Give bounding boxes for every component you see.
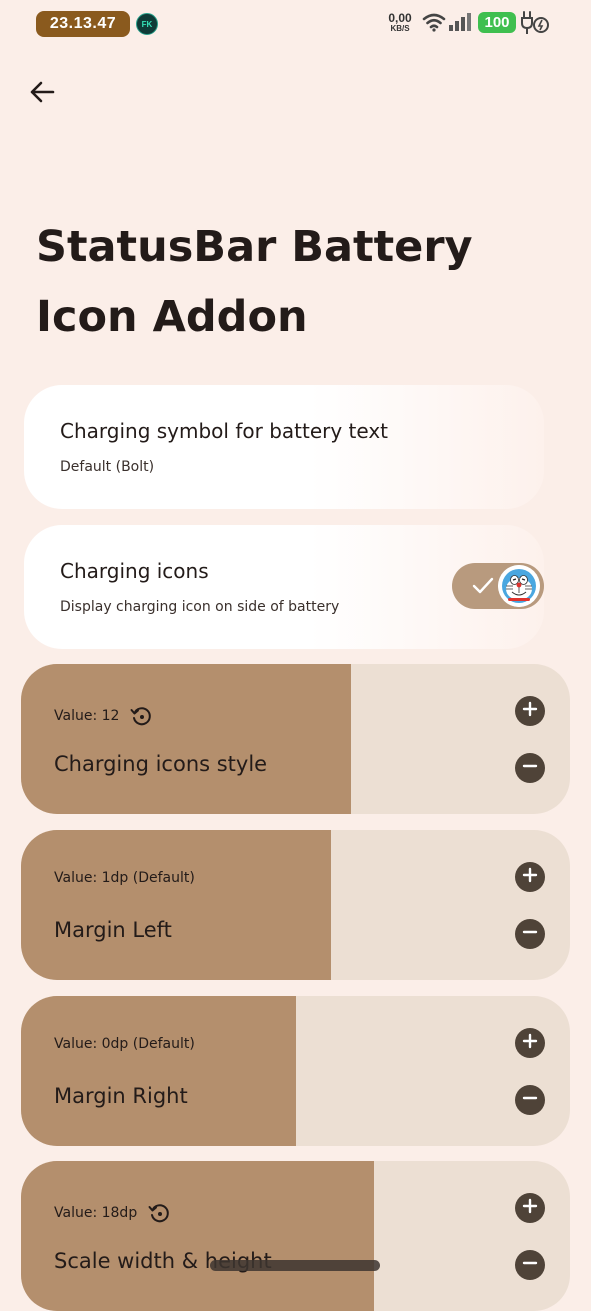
stepper-value: Value: 12 xyxy=(54,704,153,728)
fk-app-icon: FK xyxy=(136,13,158,35)
cell-signal-icon xyxy=(448,12,472,36)
battery-level: 100 xyxy=(478,12,516,33)
stepper-label: Margin Right xyxy=(54,1084,188,1108)
decrease-button[interactable] xyxy=(515,753,545,783)
charging-symbol-setting[interactable]: Charging symbol for battery text Default… xyxy=(24,385,544,509)
stepper-value-fill xyxy=(21,664,351,814)
plus-icon xyxy=(522,1033,538,1053)
network-speed: 0,00 KB/S xyxy=(384,12,416,33)
gesture-navigation-bar[interactable] xyxy=(210,1260,380,1271)
setting-title: Charging symbol for battery text xyxy=(60,419,389,443)
increase-button[interactable] xyxy=(515,1193,545,1223)
charging-icons-setting[interactable]: Charging icons Display charging icon on … xyxy=(24,525,544,649)
increase-button[interactable] xyxy=(515,862,545,892)
decrease-button[interactable] xyxy=(515,1085,545,1115)
stepper-value: Value: 18dp xyxy=(54,1201,171,1225)
value-text: Value: 18dp xyxy=(54,1205,138,1221)
clock: 23.13.47 xyxy=(36,11,130,37)
stepper-label: Margin Left xyxy=(54,918,172,942)
check-icon xyxy=(472,576,494,600)
charging-icons-toggle[interactable] xyxy=(452,563,544,609)
plus-icon xyxy=(522,867,538,887)
cat-mascot-icon xyxy=(498,565,540,607)
reset-icon[interactable] xyxy=(147,1201,171,1225)
stepper-value-fill xyxy=(21,830,331,980)
stepper-scale-width-height[interactable]: Value: 18dp Scale width & height xyxy=(21,1161,570,1311)
decrease-button[interactable] xyxy=(515,919,545,949)
minus-icon xyxy=(522,1090,538,1110)
stepper-margin-left[interactable]: Value: 1dp (Default) Margin Left xyxy=(21,830,570,980)
network-speed-unit: KB/S xyxy=(390,24,410,33)
plus-icon xyxy=(522,1198,538,1218)
increase-button[interactable] xyxy=(515,696,545,726)
value-text: Value: 12 xyxy=(54,708,120,724)
back-button[interactable] xyxy=(24,76,60,112)
network-speed-value: 0,00 xyxy=(388,11,412,25)
decrease-button[interactable] xyxy=(515,1250,545,1280)
charging-plug-icon xyxy=(520,10,550,40)
stepper-value: Value: 1dp (Default) xyxy=(54,870,195,886)
minus-icon xyxy=(522,758,538,778)
value-text: Value: 0dp (Default) xyxy=(54,1036,195,1052)
setting-subtitle: Display charging icon on side of battery xyxy=(60,599,340,615)
value-text: Value: 1dp (Default) xyxy=(54,870,195,886)
minus-icon xyxy=(522,1255,538,1275)
stepper-charging-icons-style[interactable]: Value: 12 Charging icons style xyxy=(21,664,570,814)
stepper-value-fill xyxy=(21,996,296,1146)
increase-button[interactable] xyxy=(515,1028,545,1058)
plus-icon xyxy=(522,701,538,721)
wifi-icon xyxy=(422,12,446,36)
stepper-margin-right[interactable]: Value: 0dp (Default) Margin Right xyxy=(21,996,570,1146)
stepper-label: Charging icons style xyxy=(54,752,268,776)
status-bar: 23.13.47 FK 0,00 KB/S 100 xyxy=(0,0,591,48)
stepper-value-fill xyxy=(21,1161,374,1311)
setting-title: Charging icons xyxy=(60,559,209,583)
reset-icon[interactable] xyxy=(129,704,153,728)
arrow-left-icon xyxy=(28,78,56,110)
minus-icon xyxy=(522,924,538,944)
stepper-value: Value: 0dp (Default) xyxy=(54,1036,195,1052)
page-title: StatusBar Battery Icon Addon xyxy=(36,222,473,342)
setting-subtitle: Default (Bolt) xyxy=(60,459,155,475)
